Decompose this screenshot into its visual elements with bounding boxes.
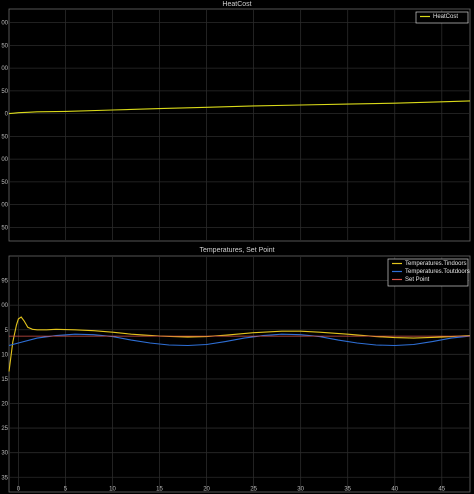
top-y-tick-label: 00 — [1, 66, 8, 72]
bottom-y-tick-label: 30 — [1, 451, 8, 457]
top-y-tick-label: 00 — [1, 21, 8, 27]
bottom-y-tick-label: 15 — [1, 377, 8, 383]
top-y-tick-label: 50 — [1, 89, 8, 95]
bottom-legend-label: Set Point — [405, 277, 430, 283]
top-y-tick-label: 50 — [1, 43, 8, 49]
top-plot-area — [8, 8, 471, 242]
bottom-y-tick-label: 00 — [1, 303, 8, 309]
bottom-y-tick-label: 25 — [1, 426, 8, 432]
bottom-plot-area — [8, 255, 471, 493]
bottom-x-tick-label: 15 — [156, 487, 163, 493]
bottom-y-tick-label: 20 — [1, 402, 8, 408]
bottom-y-tick-label: 5 — [5, 328, 9, 334]
bottom-x-tick-label: 25 — [250, 487, 257, 493]
top-y-tick-label: 50 — [1, 225, 8, 231]
bottom-y-tick-label: 10 — [1, 352, 8, 358]
bottom-y-tick-label: 35 — [1, 475, 8, 481]
charts-canvas: 5000500050050005000HeatCost 0 5 10 15 20 25 30… — [1, 8, 471, 493]
bottom-legend-label: Temperatures.Toutdoors — [405, 269, 470, 275]
top-y-tick-label: 00 — [1, 203, 8, 209]
top-y-tick-label: 50 — [1, 180, 8, 186]
bottom-x-tick-label: 45 — [438, 487, 445, 493]
bottom-legend-label: Temperatures.Tindoors — [405, 261, 466, 267]
top-y-tick-label: 0 — [5, 112, 9, 118]
bottom-x-tick-label: 20 — [203, 487, 210, 493]
top-legend-label: HeatCost — [433, 14, 458, 20]
bottom-x-tick-label: 40 — [391, 487, 398, 493]
bottom-x-tick-label: 10 — [109, 487, 116, 493]
bottom-x-tick-label: 30 — [297, 487, 304, 493]
top-y-tick-label: 50 — [1, 134, 8, 140]
top-y-tick-label: 00 — [1, 157, 8, 163]
bottom-x-tick-label: 35 — [344, 487, 351, 493]
bottom-y-tick-label: 95 — [1, 279, 8, 285]
